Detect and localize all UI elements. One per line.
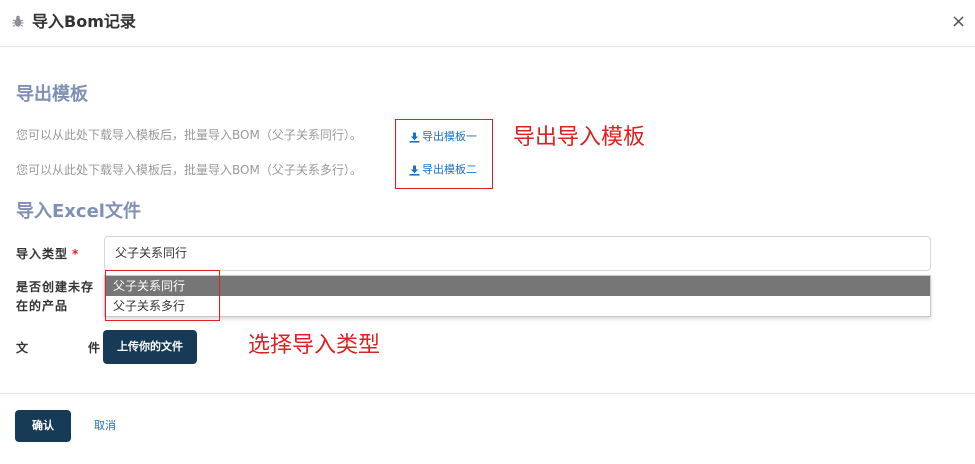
export-description-1: 您可以从此处下载导入模板后，批量导入BOM（父子关系同行）。: [16, 128, 362, 142]
annotation-box-import-type: [105, 270, 220, 321]
create-missing-product-label: 是否创建未存在的产品: [16, 280, 95, 313]
import-type-option-multi-row[interactable]: 父子关系多行: [105, 296, 930, 316]
dialog-title: 导入Bom记录: [32, 12, 136, 31]
bug-icon: [12, 15, 24, 27]
export-section-title: 导出模板: [16, 84, 88, 105]
import-type-option-same-row[interactable]: 父子关系同行: [105, 276, 930, 296]
import-type-label-text: 导入类型: [16, 247, 69, 261]
import-type-dropdown: 父子关系同行 父子关系多行: [104, 275, 931, 317]
cancel-button[interactable]: 取消: [94, 419, 116, 433]
upload-file-button[interactable]: 上传你的文件: [103, 330, 197, 364]
file-label-char-2: 件: [87, 341, 101, 355]
confirm-button[interactable]: 确认: [15, 410, 71, 442]
import-section-title: 导入Excel文件: [16, 201, 141, 222]
annotation-import-type-text: 选择导入类型: [248, 333, 381, 358]
export-description-2: 您可以从此处下载导入模板后，批量导入BOM（父子关系多行）。: [16, 163, 362, 177]
annotation-export-text: 导出导入模板: [513, 125, 646, 150]
import-type-select[interactable]: 父子关系同行: [104, 236, 931, 271]
file-label-char-1: 文: [16, 341, 30, 355]
annotation-box-export: [395, 119, 493, 189]
footer-divider: [0, 393, 975, 394]
file-label: 文 件: [16, 340, 101, 357]
import-type-label: 导入类型 *: [16, 246, 79, 263]
close-icon[interactable]: ×: [951, 12, 966, 32]
dialog-header: 导入Bom记录 ×: [0, 0, 975, 47]
required-mark: *: [72, 247, 80, 261]
